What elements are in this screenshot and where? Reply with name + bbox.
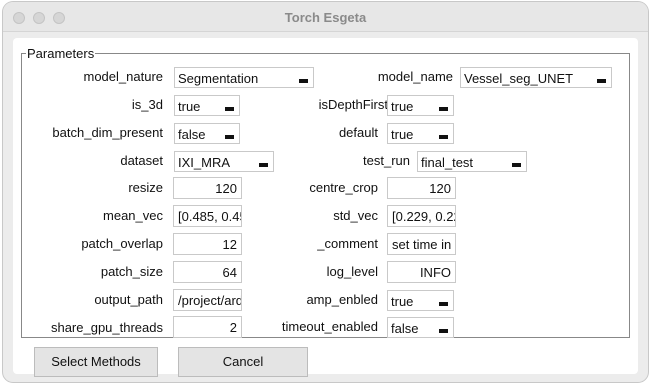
amp-enbled-label: amp_enbled <box>306 292 378 307</box>
chevron-down-icon <box>437 321 450 335</box>
model-name-label: model_name <box>377 69 453 84</box>
resize-input[interactable]: 120 <box>173 177 242 199</box>
chevron-down-icon <box>437 294 450 308</box>
is-depth-first-label: isDepthFirst <box>318 97 388 112</box>
chevron-down-icon <box>223 127 236 141</box>
patch-size-label: patch_size <box>100 264 163 279</box>
centre-crop-label: centre_crop <box>309 180 378 195</box>
patch-overlap-input[interactable]: 12 <box>173 233 242 255</box>
is-depth-first-select[interactable]: true <box>387 95 454 116</box>
timeout-enabled-select[interactable]: false <box>387 317 454 338</box>
patch-size-input[interactable]: 64 <box>173 261 242 283</box>
dataset-label: dataset <box>120 153 163 168</box>
centre-crop-input[interactable]: 120 <box>387 177 456 199</box>
std-vec-input[interactable]: [0.229, 0.22 <box>387 205 456 227</box>
is-3d-label: is_3d <box>131 97 163 112</box>
share-gpu-threads-input[interactable]: 2 <box>173 316 242 338</box>
comment-label: _comment <box>317 236 378 251</box>
comment-input[interactable]: set time in s <box>387 233 456 255</box>
cancel-button[interactable]: Cancel <box>178 347 308 377</box>
std-vec-label: std_vec <box>333 208 378 223</box>
dialog-content: Parameters model_nature Segmentation is_… <box>13 38 638 377</box>
output-path-label: output_path <box>94 292 163 307</box>
chevron-down-icon <box>595 71 608 85</box>
test-run-select[interactable]: final_test <box>417 151 527 172</box>
is-3d-select[interactable]: true <box>174 95 240 116</box>
batch-dim-present-select[interactable]: false <box>174 123 240 144</box>
chevron-down-icon <box>297 71 310 85</box>
log-level-label: log_level <box>326 264 378 279</box>
model-name-select[interactable]: Vessel_seg_UNET <box>460 67 612 88</box>
amp-enbled-select[interactable]: true <box>387 290 454 311</box>
mean-vec-label: mean_vec <box>103 208 163 223</box>
default-label: default <box>338 125 378 140</box>
select-methods-button[interactable]: Select Methods <box>34 347 158 377</box>
resize-label: resize <box>128 180 163 195</box>
test-run-label: test_run <box>363 153 410 168</box>
parameters-legend: Parameters <box>27 46 95 61</box>
chevron-down-icon <box>223 99 236 113</box>
share-gpu-threads-label: share_gpu_threads <box>50 320 163 335</box>
chevron-down-icon <box>437 127 450 141</box>
chevron-down-icon <box>510 155 523 169</box>
window-title: Torch Esgeta <box>284 10 367 25</box>
output-path-input[interactable]: /project/ard <box>173 289 242 311</box>
default-select[interactable]: true <box>387 123 454 144</box>
title-bar: Torch Esgeta <box>3 2 648 32</box>
timeout-enabled-label: timeout_enabled <box>281 319 378 334</box>
app-window: Torch Esgeta Parameters model_nature Seg… <box>3 2 648 382</box>
batch-dim-present-label: batch_dim_present <box>52 125 163 140</box>
chevron-down-icon <box>437 99 450 113</box>
model-nature-label: model_nature <box>83 69 164 84</box>
log-level-input[interactable]: INFO <box>387 261 456 283</box>
mean-vec-input[interactable]: [0.485, 0.45 <box>173 205 242 227</box>
patch-overlap-label: patch_overlap <box>81 236 163 251</box>
model-nature-select[interactable]: Segmentation <box>174 67 314 88</box>
